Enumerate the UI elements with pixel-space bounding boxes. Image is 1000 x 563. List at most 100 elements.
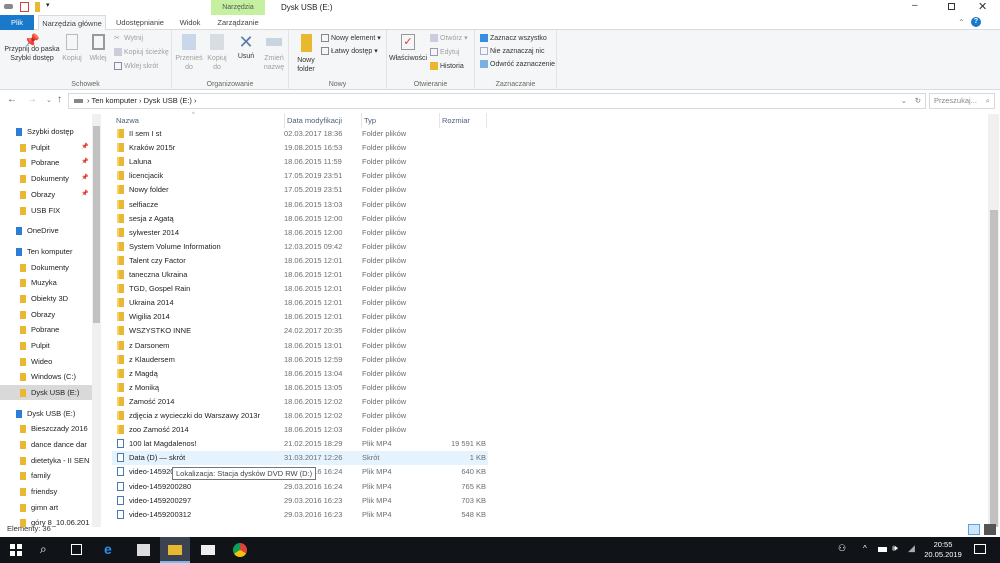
sidebar-item[interactable]: Wideo <box>0 354 92 369</box>
file-row[interactable]: Talent czy Factor 18.06.2015 12:01 Folder … <box>112 254 488 268</box>
network-icon[interactable]: ◢ <box>908 543 915 554</box>
address-dropdown-icon[interactable]: ⌄ <box>901 94 907 108</box>
cut-button[interactable]: ✂ Wytnij <box>114 34 143 43</box>
sidebar-item[interactable]: Dokumenty <box>0 260 92 275</box>
sidebar-item[interactable]: Obiekty 3D <box>0 291 92 306</box>
breadcrumb-ten-komputer[interactable]: Ten komputer <box>91 96 136 105</box>
file-row[interactable]: II sem I st 02.03.2017 18:36 Folder plików <box>112 127 488 141</box>
edge-icon[interactable]: e <box>104 541 112 557</box>
column-nazwa[interactable]: Nazwa <box>116 113 139 128</box>
file-row[interactable]: zoo Zamość 2014 18.06.2015 12:03 Folder pl… <box>112 423 488 437</box>
sidebar-item[interactable]: Dysk USB (E:) <box>0 385 92 400</box>
tab-udostepnianie[interactable]: Udostępnianie <box>110 15 170 30</box>
file-row[interactable]: Laluna 18.06.2015 11:59 Folder plików <box>112 155 488 169</box>
file-row[interactable]: sesja z Agatą 18.06.2015 12:00 Folder plik… <box>112 212 488 226</box>
file-row[interactable]: licencjacik 17.05.2019 23:51 Folder plików <box>112 169 488 183</box>
sidebar-item[interactable]: Ten komputer <box>0 244 92 259</box>
new-folder-button[interactable]: Nowy folder <box>292 34 320 74</box>
refresh-button[interactable]: ↻ <box>915 94 921 108</box>
column-typ[interactable]: Typ <box>361 113 376 128</box>
file-row[interactable]: System Volume Information 12.03.2015 09:4… <box>112 240 488 254</box>
store-icon[interactable] <box>137 544 150 556</box>
mail-icon[interactable] <box>201 545 215 555</box>
forward-button[interactable]: → <box>27 94 37 105</box>
file-row[interactable]: Kraków 2015r 19.08.2015 16:53 Folder plikó… <box>112 141 488 155</box>
help-icon[interactable]: ? <box>971 17 981 27</box>
back-button[interactable]: ← <box>7 94 17 105</box>
column-rozmiar[interactable]: Rozmiar <box>439 113 487 128</box>
maximize-button[interactable] <box>948 3 955 10</box>
recent-locations-button[interactable]: ⌄ <box>46 96 52 104</box>
copy-button[interactable]: Kopiuj <box>60 34 84 63</box>
file-row[interactable]: sylwester 2014 18.06.2015 12:00 Folder pli… <box>112 226 488 240</box>
start-button[interactable] <box>10 544 22 556</box>
file-row[interactable]: TGD, Gospel Rain 18.06.2015 12:01 Folder p… <box>112 282 488 296</box>
sidebar-item[interactable]: OneDrive <box>0 223 92 238</box>
open-button[interactable]: Otwórz ▾ <box>430 34 468 43</box>
collapse-ribbon-icon[interactable]: ⌃ <box>958 18 965 27</box>
clock[interactable]: 20:55 20.05.2019 <box>920 540 966 560</box>
select-none-button[interactable]: Nie zaznaczaj nic <box>480 47 544 56</box>
properties-quick-icon[interactable] <box>20 2 29 12</box>
tab-narzedzia-glowne[interactable]: Narzędzia główne <box>38 15 106 31</box>
move-to-button[interactable]: Przenieś do <box>175 34 203 72</box>
sidebar-item[interactable]: gimn art <box>0 500 92 515</box>
quick-access-dropdown-icon[interactable]: ▾ <box>46 1 50 9</box>
paste-shortcut-button[interactable]: Wklej skrót <box>114 62 158 71</box>
file-row[interactable]: Data (D) — skrót 31.03.2017 12:26 Skrót 1 K… <box>112 451 488 466</box>
sidebar-item[interactable]: Windows (C:) <box>0 369 92 384</box>
sidebar-item[interactable]: dance dance dar <box>0 437 92 452</box>
copy-path-button[interactable]: Kopiuj ścieżkę <box>114 48 169 57</box>
file-row[interactable]: selfiacze 18.06.2015 13:03 Folder plików <box>112 198 488 212</box>
sidebar-item[interactable]: Pulpit <box>0 338 92 353</box>
file-row[interactable]: taneczna Ukraina 18.06.2015 12:01 Folder p… <box>112 268 488 282</box>
address-bar[interactable]: › Ten komputer › Dysk USB (E:) › ⌄ ↻ <box>68 93 926 109</box>
task-view-icon[interactable] <box>71 544 82 555</box>
file-row[interactable]: video-1459200312 29.03.2016 16:23 Plik MP4… <box>112 508 488 522</box>
search-input[interactable]: Przeszukaj... ⌕ <box>929 93 995 109</box>
up-button[interactable]: ↑ <box>57 94 62 105</box>
file-list-scrollbar[interactable] <box>988 114 999 527</box>
sidebar-scrollbar[interactable] <box>92 114 101 527</box>
details-view-button[interactable] <box>968 524 980 535</box>
close-button[interactable]: ✕ <box>978 0 987 13</box>
file-row[interactable]: Ukraina 2014 18.06.2015 12:01 Folder plikó… <box>112 296 488 310</box>
sidebar-item[interactable]: Pulpit 📌 <box>0 140 92 155</box>
action-center-icon[interactable] <box>974 544 986 554</box>
file-row[interactable]: WSZYSTKO INNE 24.02.2017 20:35 Folder plik… <box>112 324 488 338</box>
sidebar-item[interactable]: Dokumenty 📌 <box>0 171 92 186</box>
minimize-button[interactable]: – <box>912 0 918 11</box>
sidebar-item[interactable]: Pobrane 📌 <box>0 155 92 170</box>
file-row[interactable]: Wigilia 2014 18.06.2015 12:01 Folder plikó… <box>112 310 488 324</box>
copy-to-button[interactable]: Kopiuj do <box>203 34 231 72</box>
easy-access-button[interactable]: Łatwy dostęp ▾ <box>321 47 378 56</box>
new-item-button[interactable]: Nowy element ▾ <box>321 34 381 43</box>
file-row[interactable]: video-1459200280 29.03.2016 16:24 Plik MP4… <box>112 480 488 494</box>
delete-button[interactable]: ✕ Usuń <box>232 32 260 61</box>
new-folder-quick-icon[interactable] <box>35 2 40 12</box>
select-all-button[interactable]: Zaznacz wszystko <box>480 34 547 43</box>
file-row[interactable]: 100 lat Magdalenos! 21.02.2015 18:29 Plik … <box>112 437 488 451</box>
paste-button[interactable]: Wklej <box>86 34 110 63</box>
sidebar-item[interactable]: family <box>0 468 92 483</box>
sidebar-scrollbar-thumb[interactable] <box>93 126 100 323</box>
sidebar-item[interactable]: Dysk USB (E:) <box>0 406 92 421</box>
file-row[interactable]: z Magdą 18.06.2015 13:04 Folder plików <box>112 367 488 381</box>
sidebar-item[interactable]: dietetyka - II SEN <box>0 453 92 468</box>
file-row[interactable]: zdjęcia z wycieczki do Warszawy 2013r 18.… <box>112 409 488 423</box>
tab-zarzadzanie[interactable]: Zarządzanie <box>211 15 265 30</box>
show-hidden-icons-button[interactable]: ^ <box>863 544 867 553</box>
sidebar-item[interactable]: Szybki dostęp <box>0 124 92 139</box>
pin-quick-access-button[interactable]: 📌 Przypnij do paska Szybki dostęp <box>2 34 62 63</box>
file-row[interactable]: Zamość 2014 18.06.2015 12:02 Folder plików <box>112 395 488 409</box>
sidebar-item[interactable]: USB FIX <box>0 203 92 218</box>
sidebar-item[interactable]: Obrazy 📌 <box>0 187 92 202</box>
file-row[interactable]: z Klaudersem 18.06.2015 12:59 Folder plikó… <box>112 353 488 367</box>
file-explorer-taskbar-button[interactable] <box>160 537 190 563</box>
volume-icon[interactable]: 🕪 <box>892 543 898 554</box>
rename-button[interactable]: Zmień nazwę <box>260 34 288 72</box>
large-icons-view-button[interactable] <box>984 524 996 535</box>
column-data-modyfikacji[interactable]: Data modyfikacji <box>284 113 342 128</box>
search-taskbar-icon[interactable]: ⌕ <box>40 542 47 557</box>
sidebar-item[interactable]: Obrazy <box>0 307 92 322</box>
